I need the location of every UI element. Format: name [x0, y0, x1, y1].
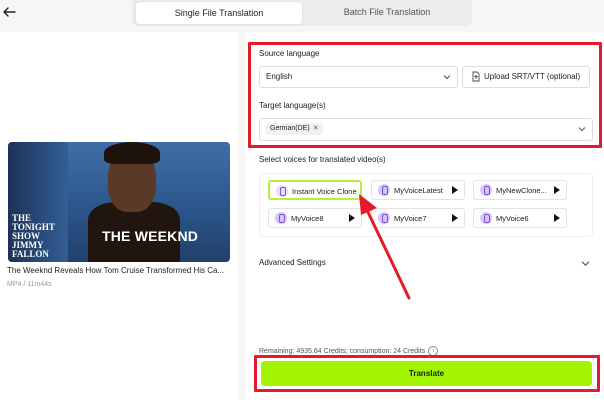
headphones-icon [275, 212, 287, 224]
voice-card-myvoice6[interactable]: MyVoice6 [473, 208, 567, 228]
translation-mode-tabs: Single File Translation Batch File Trans… [132, 0, 472, 26]
show-logo: THE TONIGHT SHOW JIMMY FALLON [12, 213, 55, 259]
tab-single-file-translation[interactable]: Single File Translation [135, 1, 303, 25]
video-meta: MP4 / 11m44s [7, 281, 52, 288]
voice-name: MyVoice8 [291, 214, 324, 223]
play-icon[interactable] [452, 214, 458, 222]
video-thumbnail[interactable]: THE TONIGHT SHOW JIMMY FALLON THE WEEKND [8, 142, 230, 262]
annotation-arrow-icon [359, 194, 411, 300]
voice-name: Instant Voice Clone [292, 187, 357, 196]
voices-label: Select voices for translated video(s) [259, 155, 386, 164]
video-title: The Weeknd Reveals How Tom Cruise Transf… [7, 266, 225, 275]
play-icon[interactable] [452, 186, 458, 194]
headphones-icon [480, 184, 492, 196]
voice-card-myvoice8[interactable]: MyVoice8 [268, 208, 362, 228]
tab-batch-file-translation[interactable]: Batch File Translation [304, 1, 470, 23]
headphones-icon [480, 212, 492, 224]
headphones-icon [276, 185, 288, 197]
translate-button-highlight [254, 355, 600, 392]
advanced-settings-toggle[interactable]: Advanced Settings [259, 257, 591, 271]
play-icon[interactable] [554, 214, 560, 222]
voice-card-instant-voice-clone[interactable]: Instant Voice Clone [268, 180, 362, 200]
voice-selection-grid: Instant Voice Clone MyVoiceLatest MyNewC… [259, 173, 593, 237]
voice-name: MyNewClone... [496, 186, 547, 195]
advanced-settings-label: Advanced Settings [259, 258, 326, 267]
chevron-down-icon [581, 259, 590, 267]
voice-card-mynewclone[interactable]: MyNewClone... [473, 180, 567, 200]
thumbnail-person-hair [104, 142, 160, 164]
language-settings-highlight [248, 42, 602, 148]
play-icon[interactable] [554, 186, 560, 194]
thumbnail-overlay-title: THE WEEKND [102, 228, 199, 244]
credits-text: Remaining: 4935.64 Credits; consumption:… [259, 347, 426, 355]
voice-name: MyVoice6 [496, 214, 529, 223]
back-arrow-icon[interactable] [2, 5, 16, 19]
